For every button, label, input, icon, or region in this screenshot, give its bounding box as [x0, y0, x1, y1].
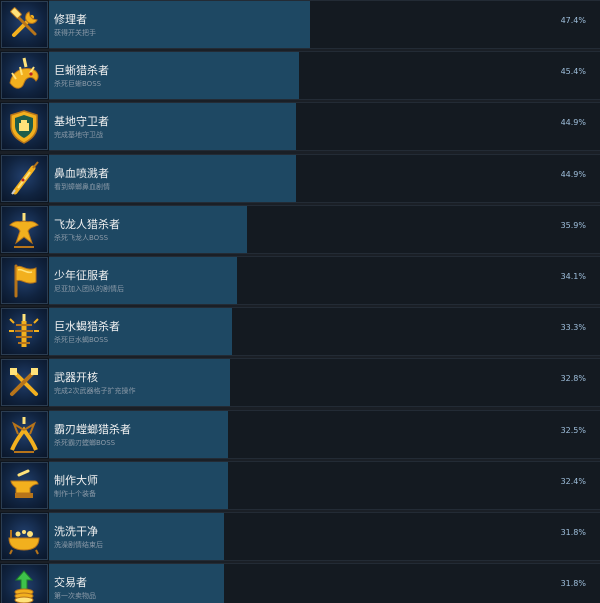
achievement-row[interactable]: 鼻血喷溅者看到蟑螂鼻血剧情 44.9%: [0, 154, 600, 203]
achievement-title: 武器开核: [54, 371, 98, 384]
achievement-description: 完成2次武器格子扩充操作: [54, 387, 136, 395]
wrench-hammer-icon: [1, 1, 48, 48]
achievement-row[interactable]: 洗洗干净洗澡剧情结束后 31.8%: [0, 512, 600, 561]
scorpion-boss-icon: [1, 308, 48, 355]
unlock-percentage: 35.9%: [560, 221, 586, 230]
bathtub-icon: [1, 513, 48, 560]
achievement-title: 修理者: [54, 13, 87, 26]
achievement-row[interactable]: 霸刃螳螂猎杀者杀死霸刃螳螂BOSS 32.5%: [0, 410, 600, 459]
unlock-percentage: 44.9%: [560, 170, 586, 179]
mantis-boss-icon: [1, 411, 48, 458]
unlock-percentage: 47.4%: [560, 16, 586, 25]
flag-icon: [1, 257, 48, 304]
achievement-row[interactable]: 少年征服者尼亚加入团队的剧情后 34.1%: [0, 256, 600, 305]
achievement-description: 洗澡剧情结束后: [54, 541, 103, 549]
achievement-row[interactable]: 制作大师制作十个装备 32.4%: [0, 461, 600, 510]
achievement-content: 基地守卫者完成基地守卫战 44.9%: [49, 102, 600, 151]
achievement-title: 制作大师: [54, 474, 98, 487]
achievement-content: 霸刃螳螂猎杀者杀死霸刃螳螂BOSS 32.5%: [49, 410, 600, 459]
achievement-content: 鼻血喷溅者看到蟑螂鼻血剧情 44.9%: [49, 154, 600, 203]
achievement-list: 修理者获得开关把手 47.4% 巨蜥猎杀者杀死巨蜥BOSS 45.4% 基地守卫者完…: [0, 0, 600, 603]
achievement-title: 鼻血喷溅者: [54, 167, 109, 180]
achievement-content: 修理者获得开关把手 47.4%: [49, 0, 600, 49]
achievement-content: 洗洗干净洗澡剧情结束后 31.8%: [49, 512, 600, 561]
achievement-title: 洗洗干净: [54, 525, 98, 538]
achievement-content: 少年征服者尼亚加入团队的剧情后 34.1%: [49, 256, 600, 305]
achievement-title: 霸刃螳螂猎杀者: [54, 423, 131, 436]
anvil-icon: [1, 462, 48, 509]
achievement-description: 制作十个装备: [54, 490, 96, 498]
unlock-percentage: 31.8%: [560, 528, 586, 537]
achievement-content: 交易者第一次卖物品 31.8%: [49, 563, 600, 603]
syringe-icon: [1, 155, 48, 202]
achievement-description: 尼亚加入团队的剧情后: [54, 285, 124, 293]
achievement-row[interactable]: 修理者获得开关把手 47.4%: [0, 0, 600, 49]
achievement-row[interactable]: 武器开核完成2次武器格子扩充操作 32.8%: [0, 358, 600, 407]
coins-arrow-icon: [1, 564, 48, 603]
unlock-percentage: 45.4%: [560, 67, 586, 76]
achievement-row[interactable]: 交易者第一次卖物品 31.8%: [0, 563, 600, 603]
achievement-content: 飞龙人猎杀者杀死飞龙人BOSS 35.9%: [49, 205, 600, 254]
achievement-row[interactable]: 基地守卫者完成基地守卫战 44.9%: [0, 102, 600, 151]
unlock-percentage: 31.8%: [560, 579, 586, 588]
unlock-percentage: 33.3%: [560, 323, 586, 332]
achievement-description: 杀死飞龙人BOSS: [54, 234, 109, 242]
achievement-description: 杀死巨水蝎BOSS: [54, 336, 109, 344]
unlock-percentage: 32.5%: [560, 426, 586, 435]
unlock-percentage: 32.4%: [560, 477, 586, 486]
achievement-content: 巨水蝎猎杀者杀死巨水蝎BOSS 33.3%: [49, 307, 600, 356]
achievement-description: 看到蟑螂鼻血剧情: [54, 183, 110, 191]
achievement-title: 交易者: [54, 576, 87, 589]
unlock-percentage: 32.8%: [560, 374, 586, 383]
achievement-description: 杀死霸刃螳螂BOSS: [54, 439, 116, 447]
lizard-boss-icon: [1, 52, 48, 99]
unlock-percentage: 34.1%: [560, 272, 586, 281]
achievement-row[interactable]: 飞龙人猎杀者杀死飞龙人BOSS 35.9%: [0, 205, 600, 254]
crossed-weapons-icon: [1, 359, 48, 406]
achievement-row[interactable]: 巨水蝎猎杀者杀死巨水蝎BOSS 33.3%: [0, 307, 600, 356]
achievement-title: 少年征服者: [54, 269, 109, 282]
achievement-description: 获得开关把手: [54, 29, 96, 37]
unlock-rate-bar: [49, 1, 311, 48]
achievement-content: 巨蜥猎杀者杀死巨蜥BOSS 45.4%: [49, 51, 600, 100]
achievement-description: 第一次卖物品: [54, 592, 96, 600]
dragon-boss-icon: [1, 206, 48, 253]
achievement-title: 基地守卫者: [54, 115, 109, 128]
achievement-description: 杀死巨蜥BOSS: [54, 80, 102, 88]
achievement-row[interactable]: 巨蜥猎杀者杀死巨蜥BOSS 45.4%: [0, 51, 600, 100]
achievement-title: 飞龙人猎杀者: [54, 218, 120, 231]
achievement-content: 武器开核完成2次武器格子扩充操作 32.8%: [49, 358, 600, 407]
unlock-percentage: 44.9%: [560, 118, 586, 127]
achievement-title: 巨蜥猎杀者: [54, 64, 109, 77]
achievement-description: 完成基地守卫战: [54, 131, 103, 139]
achievement-title: 巨水蝎猎杀者: [54, 320, 120, 333]
shield-icon: [1, 103, 48, 150]
achievement-content: 制作大师制作十个装备 32.4%: [49, 461, 600, 510]
